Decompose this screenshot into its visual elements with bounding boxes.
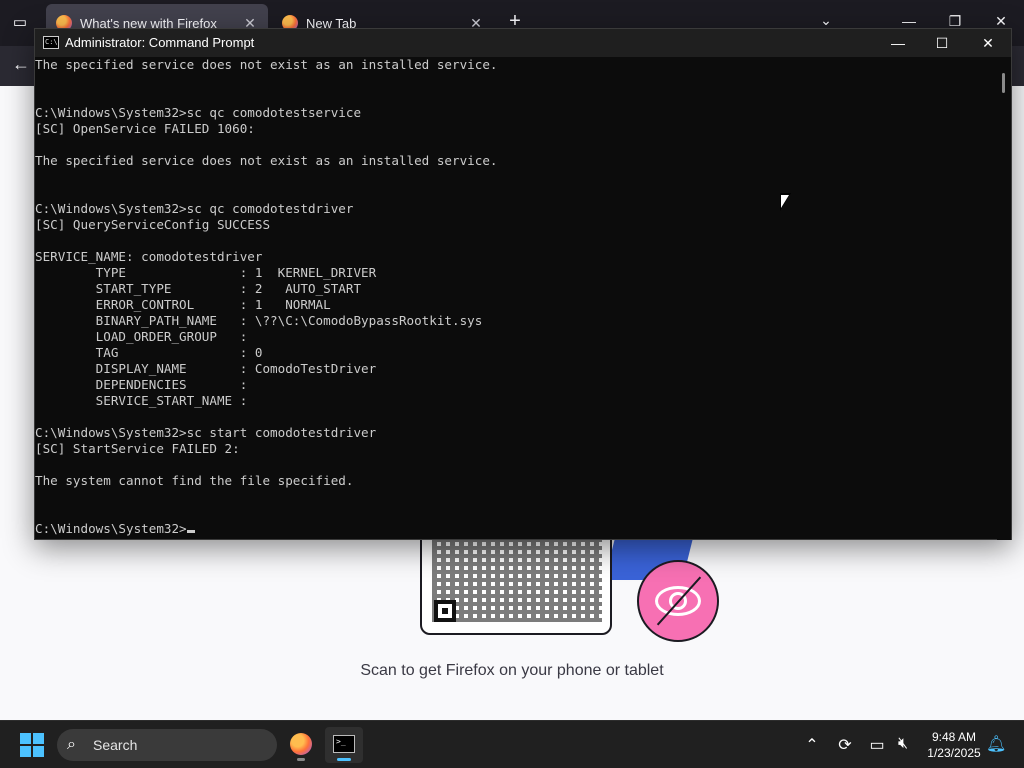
- taskbar-terminal-button[interactable]: >_: [325, 727, 363, 763]
- console-line: BINARY_PATH_NAME : \??\C:\ComodoBypassRo…: [35, 313, 483, 328]
- show-hidden-icons-chevron-icon[interactable]: ⌃: [801, 735, 823, 755]
- taskbar-firefox-button[interactable]: [282, 727, 320, 763]
- taskbar-clock[interactable]: 9:48 AM 1/23/2025: [918, 729, 990, 761]
- console-line: C:\Windows\System32>sc qc comodotestdriv…: [35, 201, 354, 216]
- search-label: Search: [93, 737, 138, 753]
- command-prompt-window[interactable]: C:\ Administrator: Command Prompt — ☐ ✕ …: [34, 28, 1012, 540]
- mouse-pointer-icon: [780, 193, 791, 211]
- console-line: SERVICE_NAME: comodotestdriver: [35, 249, 263, 264]
- console-line: DEPENDENCIES :: [35, 377, 248, 392]
- clock-date: 1/23/2025: [927, 746, 981, 760]
- cmd-console-output[interactable]: The specified service does not exist as …: [35, 57, 999, 540]
- cmd-minimize-icon[interactable]: —: [875, 29, 921, 57]
- search-icon: ⌕: [67, 736, 76, 753]
- terminal-icon: >_: [333, 735, 355, 753]
- console-line: [SC] QueryServiceConfig SUCCESS: [35, 217, 271, 232]
- back-arrow-icon[interactable]: ←: [12, 54, 30, 75]
- privacy-eye-icon: [637, 560, 719, 642]
- notification-bell-icon[interactable]: 🔔︎: [986, 734, 1006, 754]
- console-line: C:\Windows\System32>sc qc comodotestserv…: [35, 105, 362, 120]
- console-line: C:\Windows\System32>sc start comodotestd…: [35, 425, 377, 440]
- firefox-icon: [290, 733, 312, 755]
- cmd-scrollbar[interactable]: [997, 57, 1011, 540]
- qr-finder-pattern: [434, 600, 456, 622]
- console-line: The specified service does not exist as …: [35, 57, 498, 72]
- console-line: START_TYPE : 2 AUTO_START: [35, 281, 362, 296]
- taskbar-search-box[interactable]: ⌕ Search: [57, 729, 277, 761]
- cmd-window-title: Administrator: Command Prompt: [65, 35, 255, 50]
- update-sync-icon[interactable]: ⟳: [834, 735, 856, 755]
- running-indicator: [297, 758, 305, 761]
- console-line: LOAD_ORDER_GROUP :: [35, 329, 248, 344]
- volume-muted-icon[interactable]: 🔇︎: [892, 735, 914, 753]
- cmd-scrollbar-thumb[interactable]: [1002, 73, 1005, 93]
- tab-list-icon[interactable]: ▭: [8, 12, 32, 34]
- console-line: [SC] StartService FAILED 2:: [35, 441, 240, 456]
- console-line: C:\Windows\System32>: [35, 521, 999, 537]
- scan-qr-text: Scan to get Firefox on your phone or tab…: [360, 662, 664, 679]
- console-line: SERVICE_START_NAME :: [35, 393, 248, 408]
- console-line: The system cannot find the file specifie…: [35, 473, 354, 488]
- cmd-maximize-icon[interactable]: ☐: [919, 29, 965, 57]
- clock-time: 9:48 AM: [931, 730, 977, 744]
- windows-start-icon[interactable]: [20, 733, 44, 757]
- cmd-app-icon: C:\: [43, 36, 59, 49]
- console-line: DISPLAY_NAME : ComodoTestDriver: [35, 361, 377, 376]
- cmd-title-bar[interactable]: C:\ Administrator: Command Prompt — ☐ ✕: [35, 29, 1011, 57]
- cmd-close-icon[interactable]: ✕: [965, 29, 1011, 57]
- console-line: TAG : 0: [35, 345, 263, 360]
- active-indicator: [337, 758, 351, 761]
- taskbar: ⌕ Search >_ ⌃ ⟳ ▭ 🔇︎ 9:48 AM 1/23/2025 🔔…: [0, 720, 1024, 768]
- console-line: The specified service does not exist as …: [35, 153, 498, 168]
- display-network-icon[interactable]: ▭: [866, 735, 888, 755]
- console-line: [SC] OpenService FAILED 1060:: [35, 121, 255, 136]
- console-line: ERROR_CONTROL : 1 NORMAL: [35, 297, 331, 312]
- console-line: TYPE : 1 KERNEL_DRIVER: [35, 265, 377, 280]
- text-cursor: [186, 530, 195, 533]
